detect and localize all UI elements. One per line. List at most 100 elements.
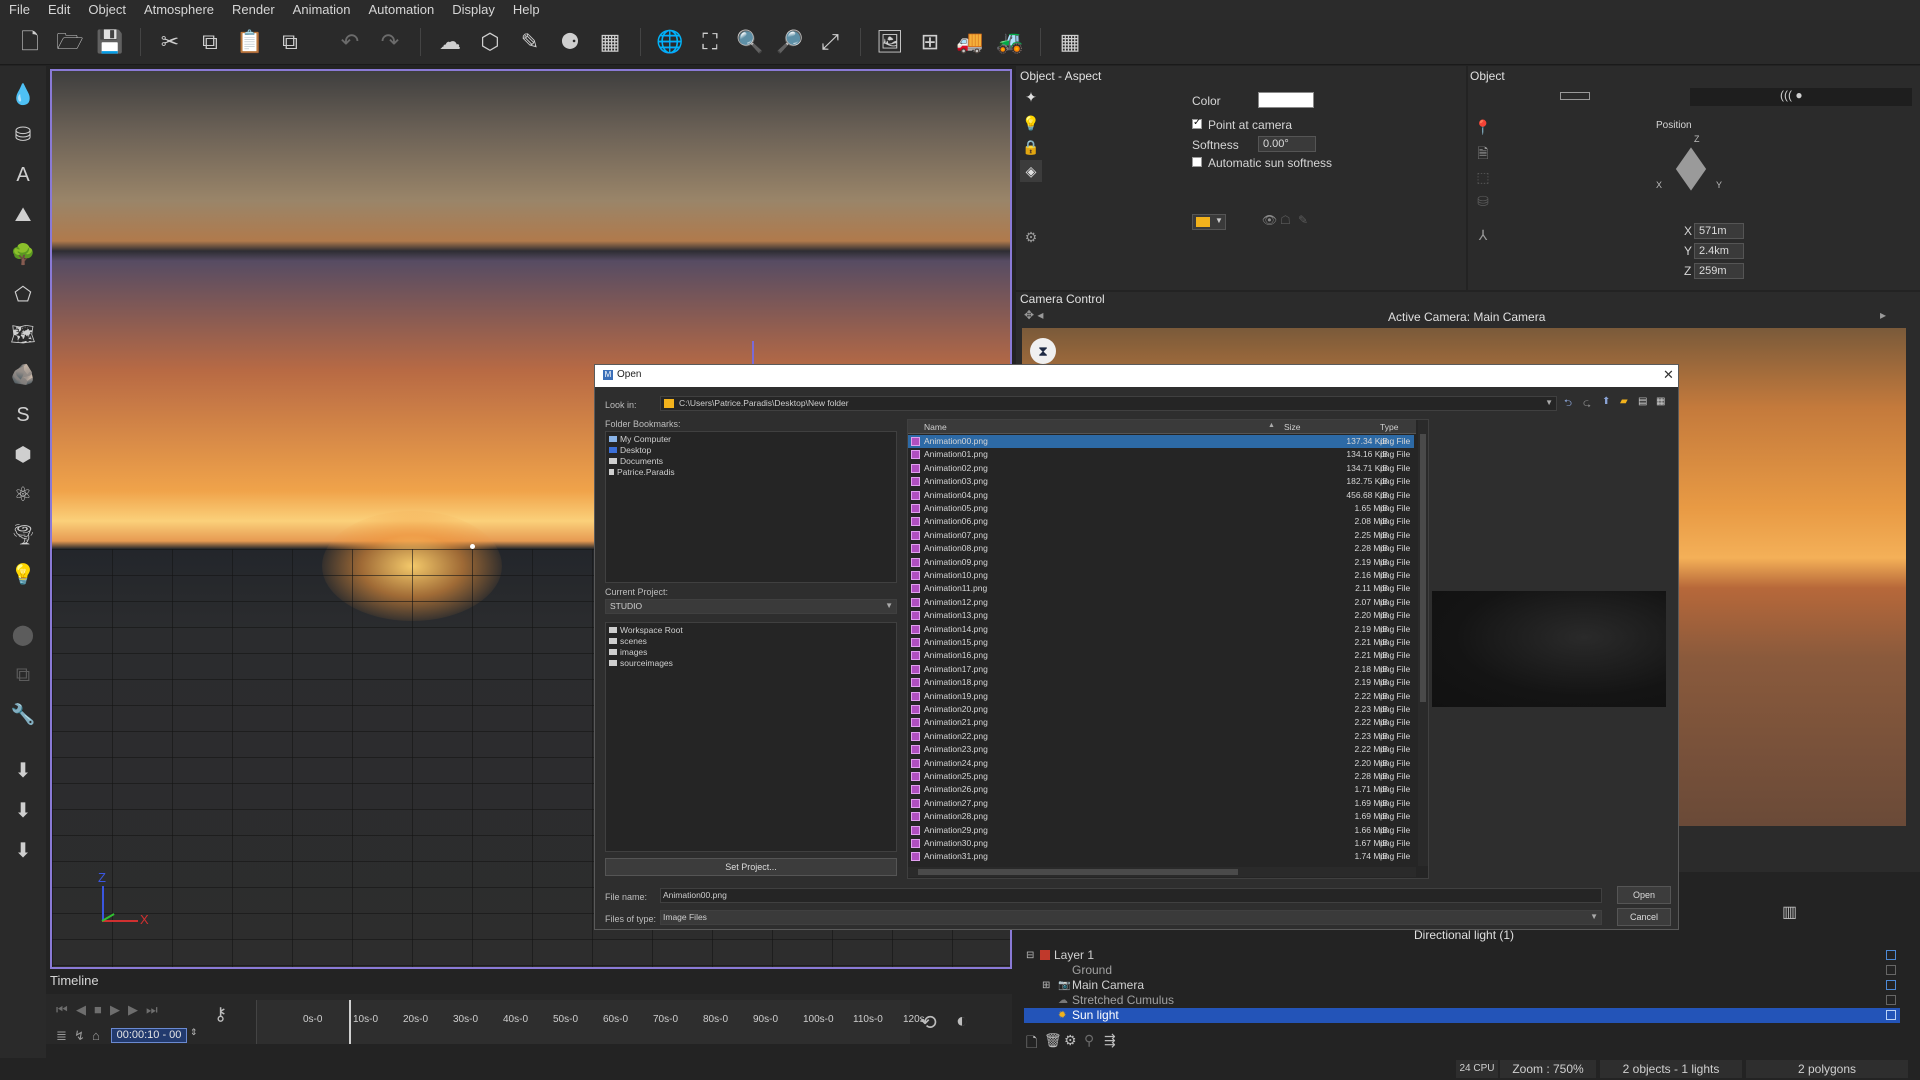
file-row[interactable]: Animation22.png 2.23 MiB png File: [908, 730, 1414, 743]
camera-next-icon[interactable]: ▸: [1880, 308, 1886, 322]
camera-move-icon[interactable]: ✥ ◂: [1024, 308, 1043, 322]
file-row[interactable]: Animation20.png 2.23 MiB png File: [908, 703, 1414, 716]
file-row[interactable]: Animation07.png 2.25 MiB png File: [908, 529, 1414, 542]
file-row[interactable]: Animation01.png 134.16 KiB png File: [908, 448, 1414, 461]
forward-icon[interactable]: ⮎: [1583, 396, 1591, 413]
file-row[interactable]: Animation27.png 1.69 MiB png File: [908, 797, 1414, 810]
duplicate-icon[interactable]: ⧉: [274, 26, 306, 58]
scene-item-stretched-cumulus[interactable]: ☁ Stretched Cumulus: [1024, 993, 1900, 1008]
scene-item-layer[interactable]: ⊟ Layer 1: [1024, 948, 1900, 963]
file-row[interactable]: Animation04.png 456.68 KiB png File: [908, 489, 1414, 502]
open-button[interactable]: Open: [1617, 886, 1671, 904]
zoom-out-icon[interactable]: 🔎: [774, 26, 806, 58]
file-row[interactable]: Animation00.png 137.34 KiB png File: [908, 435, 1414, 448]
swatch-dropdown[interactable]: ▼: [1192, 214, 1226, 230]
settings-tab-icon[interactable]: ⚙: [1020, 226, 1042, 248]
sun-lock-icon[interactable]: [1886, 1010, 1896, 1020]
file-row[interactable]: Animation11.png 2.11 MiB png File: [908, 582, 1414, 595]
auto-sun-softness-checkbox[interactable]: [1192, 157, 1202, 167]
cylinder-icon[interactable]: ⛁: [8, 120, 38, 150]
go-end-icon[interactable]: ⏭: [146, 1002, 158, 1018]
z-field[interactable]: 259m: [1694, 263, 1744, 279]
set-project-button[interactable]: Set Project...: [605, 858, 897, 876]
scene-settings-icon[interactable]: ⚙: [1064, 1032, 1077, 1049]
file-row[interactable]: Animation15.png 2.21 MiB png File: [908, 636, 1414, 649]
render-area-icon[interactable]: 🖼: [874, 26, 906, 58]
file-row[interactable]: Animation12.png 2.07 MiB png File: [908, 596, 1414, 609]
layer-lock-icon[interactable]: [1886, 950, 1896, 960]
terrain-icon[interactable]: ⛰: [8, 200, 38, 230]
npr-icon[interactable]: 🚚: [954, 26, 986, 58]
menu-atmosphere[interactable]: Atmosphere: [135, 0, 223, 20]
next-frame-icon[interactable]: ▶: [128, 1002, 138, 1018]
up-folder-icon[interactable]: ⬆: [1602, 396, 1610, 407]
file-row[interactable]: Animation14.png 2.19 MiB png File: [908, 623, 1414, 636]
sun-position-marker[interactable]: [470, 544, 475, 549]
file-name-input[interactable]: Animation00.png: [660, 888, 1602, 903]
menu-animation[interactable]: Animation: [284, 0, 360, 20]
hide-icon[interactable]: 👁: [1262, 213, 1277, 227]
size-column-header[interactable]: Size: [1284, 422, 1301, 432]
shadow-icon[interactable]: ☖: [1280, 213, 1291, 227]
bookmark-documents[interactable]: Documents: [609, 456, 663, 466]
redo-icon[interactable]: ↷: [374, 26, 406, 58]
file-row[interactable]: Animation23.png 2.22 MiB png File: [908, 743, 1414, 756]
render-frame-icon[interactable]: ⊞: [914, 26, 946, 58]
timeline-filter-icon[interactable]: ≣: [56, 1028, 67, 1044]
copy-icon[interactable]: ⧉: [194, 26, 226, 58]
list-view-icon[interactable]: ▤: [1638, 396, 1647, 407]
fit-icon[interactable]: ⛶: [694, 26, 726, 58]
cancel-button[interactable]: Cancel: [1617, 908, 1671, 926]
file-row[interactable]: Animation21.png 2.22 MiB png File: [908, 716, 1414, 729]
key-icon[interactable]: ⚷: [214, 1004, 227, 1025]
softness-field[interactable]: 0.00°: [1258, 136, 1316, 152]
paste-icon[interactable]: 📋: [234, 26, 266, 58]
light-icon[interactable]: 💡: [8, 560, 38, 590]
file-row[interactable]: Animation29.png 1.66 MiB png File: [908, 824, 1414, 837]
new-file-icon[interactable]: 🗋: [14, 26, 46, 58]
file-row[interactable]: Animation18.png 2.19 MiB png File: [908, 676, 1414, 689]
undo-icon[interactable]: ↶: [334, 26, 366, 58]
menu-edit[interactable]: Edit: [39, 0, 79, 20]
x-field[interactable]: 571m: [1694, 223, 1744, 239]
bookmark-desktop[interactable]: Desktop: [609, 445, 651, 455]
tornado-icon[interactable]: 🌪: [8, 520, 38, 550]
new-folder-icon[interactable]: ▰: [1620, 396, 1628, 407]
scene-new-icon[interactable]: 🗋: [1026, 1032, 1037, 1056]
position-gizmo[interactable]: Z X Y: [1656, 134, 1726, 202]
file-row[interactable]: Animation08.png 2.28 MiB png File: [908, 542, 1414, 555]
globe-icon[interactable]: 🌐: [654, 26, 686, 58]
copy-icon[interactable]: ⧉: [8, 660, 38, 690]
timeline-keyframe-icon[interactable]: ⌂: [92, 1028, 100, 1043]
menu-display[interactable]: Display: [443, 0, 504, 20]
file-row[interactable]: Animation06.png 2.08 MiB png File: [908, 515, 1414, 528]
scene-delete-icon[interactable]: 🗑: [1044, 1032, 1062, 1049]
file-row[interactable]: Animation19.png 2.22 MiB png File: [908, 690, 1414, 703]
back-icon[interactable]: ⮌: [1564, 396, 1572, 413]
menu-file[interactable]: File: [0, 0, 39, 20]
export-icon[interactable]: ⬇: [8, 796, 38, 826]
folder-sourceimages[interactable]: sourceimages: [609, 658, 673, 668]
camera-lock-icon[interactable]: [1886, 980, 1896, 990]
page-tab-icon[interactable]: 🗎: [1472, 142, 1494, 164]
menu-automation[interactable]: Automation: [359, 0, 443, 20]
light-tab-icon[interactable]: ✦: [1020, 86, 1042, 108]
render-icon[interactable]: 🚜: [994, 26, 1026, 58]
name-column-header[interactable]: Name: [924, 422, 947, 432]
molecule-icon[interactable]: ⚛: [8, 480, 38, 510]
file-list-hscroll[interactable]: [908, 867, 1416, 877]
water-icon[interactable]: 💧: [8, 80, 38, 110]
download-icon[interactable]: ⬇: [8, 836, 38, 866]
maximize-icon[interactable]: ⤢: [814, 26, 846, 58]
file-row[interactable]: Animation05.png 1.65 MiB png File: [908, 502, 1414, 515]
zoom-in-icon[interactable]: 🔍: [734, 26, 766, 58]
file-row[interactable]: Animation24.png 2.20 MiB png File: [908, 757, 1414, 770]
look-in-combo[interactable]: C:\Users\Patrice.Paradis\Desktop\New fol…: [660, 396, 1557, 411]
stack-tab-icon[interactable]: ⛁: [1472, 190, 1494, 212]
timeline-loop-toggle-icon[interactable]: ⟲: [920, 1010, 937, 1035]
import-icon[interactable]: ⬇: [8, 756, 38, 786]
scene-share-icon[interactable]: ⇶: [1104, 1032, 1116, 1049]
time-stepper[interactable]: ⇕: [190, 1027, 198, 1038]
plant-icon[interactable]: ✎: [514, 26, 546, 58]
file-list-vscroll[interactable]: [1418, 420, 1428, 866]
